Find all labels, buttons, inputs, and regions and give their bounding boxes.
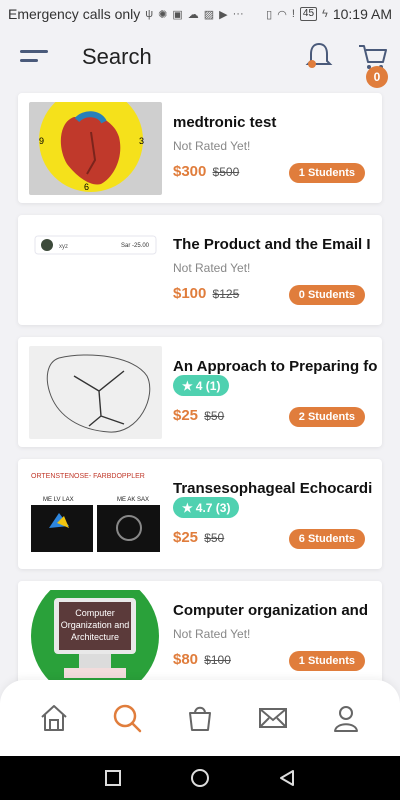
old-price: $100	[204, 653, 231, 667]
nav-profile[interactable]	[326, 698, 366, 738]
old-price: $125	[212, 287, 240, 301]
back-button[interactable]	[275, 766, 299, 790]
course-card[interactable]: Computer Organization and Architecture C…	[18, 581, 382, 691]
cart-count-badge: 0	[366, 66, 388, 88]
rating-value: 4.7 (3)	[195, 500, 231, 515]
status-right: ▯ ◠ ! 45 ϟ 10:19 AM	[266, 6, 392, 22]
page-title: Search	[82, 44, 152, 69]
old-price: $50	[204, 531, 225, 545]
students-badge: 1 Students	[288, 163, 365, 183]
course-card[interactable]: xyz Sar -25.00 The Product and the Email…	[18, 215, 382, 325]
clock: 10:19 AM	[332, 6, 392, 22]
students-badge: 6 Students	[288, 529, 365, 549]
star-icon: ★	[182, 378, 193, 393]
bottom-navigation	[0, 680, 400, 756]
thumb-left: ME LV LAX	[43, 497, 74, 503]
course-thumbnail: Computer Organization and Architecture	[29, 590, 162, 683]
recents-button[interactable]	[101, 766, 125, 790]
course-title: Transesophageal Echocardi	[173, 480, 373, 497]
user-icon	[333, 706, 358, 732]
circle-icon	[190, 769, 209, 787]
thumb-header: ORTENSTENOSE- FARBDOPPLER	[31, 473, 145, 480]
nav-home[interactable]	[34, 698, 74, 738]
nav-messages[interactable]	[253, 698, 293, 738]
bell-icon[interactable]	[304, 40, 334, 72]
course-title: An Approach to Preparing fo	[173, 358, 378, 375]
thumb-right: Sar -25.00	[121, 243, 150, 249]
nav-shop[interactable]	[180, 698, 220, 738]
search-icon	[113, 704, 142, 733]
wifi-icon: ◠	[277, 8, 287, 21]
course-thumbnail: ORTENSTENOSE- FARBDOPPLER ME LV LAX ME A…	[29, 468, 162, 561]
course-list: 9 6 3 medtronic test Not Rated Yet! $300…	[18, 93, 382, 703]
course-title: The Product and the Email I	[173, 236, 371, 253]
course-title: medtronic test	[173, 114, 277, 131]
system-navigation-bar	[0, 756, 400, 800]
home-icon	[41, 705, 68, 731]
course-thumbnail	[29, 346, 162, 439]
course-card[interactable]: ORTENSTENOSE- FARBDOPPLER ME LV LAX ME A…	[18, 459, 382, 569]
course-price: $25 $50	[173, 529, 224, 546]
svg-text:9: 9	[39, 136, 44, 146]
square-icon	[105, 770, 122, 786]
current-price: $300	[173, 163, 207, 180]
nav-search[interactable]	[107, 698, 147, 738]
image-icon: ▨	[203, 8, 215, 21]
rating-text: Not Rated Yet!	[173, 261, 251, 275]
more-icon: ···	[232, 8, 244, 20]
status-bar: Emergency calls only ψ ✺ ▣ ☁ ▨ ▶ ··· ▯ ◠…	[0, 0, 400, 28]
charging-icon: ϟ	[322, 8, 328, 20]
students-badge: 1 Students	[288, 651, 365, 671]
rating-value: 4 (1)	[195, 378, 221, 393]
carrier-text: Emergency calls only	[8, 6, 141, 22]
course-thumbnail: 9 6 3	[29, 102, 162, 195]
star-icon: ★	[182, 500, 193, 515]
course-thumbnail: xyz Sar -25.00	[29, 224, 162, 317]
current-price: $100	[173, 285, 207, 302]
svg-text:6: 6	[84, 182, 89, 192]
home-button[interactable]	[188, 766, 212, 790]
students-badge: 0 Students	[288, 285, 365, 305]
course-price: $100 $125	[173, 285, 239, 302]
svg-text:3: 3	[139, 136, 144, 146]
app-header: Search 0	[0, 28, 400, 90]
usb-icon: ψ	[145, 8, 154, 20]
vibrate-icon: ▯	[266, 8, 273, 21]
menu-icon[interactable]	[20, 50, 50, 68]
alert-icon: !	[291, 8, 295, 20]
play-icon: ▶	[219, 8, 228, 21]
current-price: $25	[173, 407, 199, 424]
course-price: $80 $100	[173, 651, 231, 668]
thumb-name: xyz	[59, 244, 68, 250]
thumb-right: ME AK SAX	[117, 497, 149, 503]
old-price: $50	[204, 409, 225, 423]
course-price: $300 $500	[173, 163, 239, 180]
settings-icon: ✺	[158, 8, 168, 21]
rating-badge: ★ 4.7 (3)	[173, 497, 240, 518]
old-price: $500	[212, 165, 240, 179]
course-title: Computer organization and	[173, 602, 368, 619]
course-card[interactable]: An Approach to Preparing fo ★ 4 (1) $25 …	[18, 337, 382, 447]
status-left: Emergency calls only ψ ✺ ▣ ☁ ▨ ▶ ···	[8, 6, 244, 22]
current-price: $80	[173, 651, 199, 668]
triangle-back-icon	[279, 770, 294, 786]
thumbnail-sign: Computer Organization and Architecture	[60, 608, 130, 642]
shopping-bag-icon	[188, 706, 211, 731]
cloud-icon: ☁	[187, 8, 199, 21]
rating-text: Not Rated Yet!	[173, 139, 251, 153]
course-card[interactable]: 9 6 3 medtronic test Not Rated Yet! $300…	[18, 93, 382, 203]
facebook-icon: ▣	[172, 8, 183, 21]
mail-icon	[258, 708, 287, 728]
rating-text: Not Rated Yet!	[173, 627, 251, 641]
course-price: $25 $50	[173, 407, 224, 424]
current-price: $25	[173, 529, 199, 546]
students-badge: 2 Students	[288, 407, 365, 427]
rating-badge: ★ 4 (1)	[173, 375, 230, 396]
battery-icon: 45	[299, 7, 318, 21]
